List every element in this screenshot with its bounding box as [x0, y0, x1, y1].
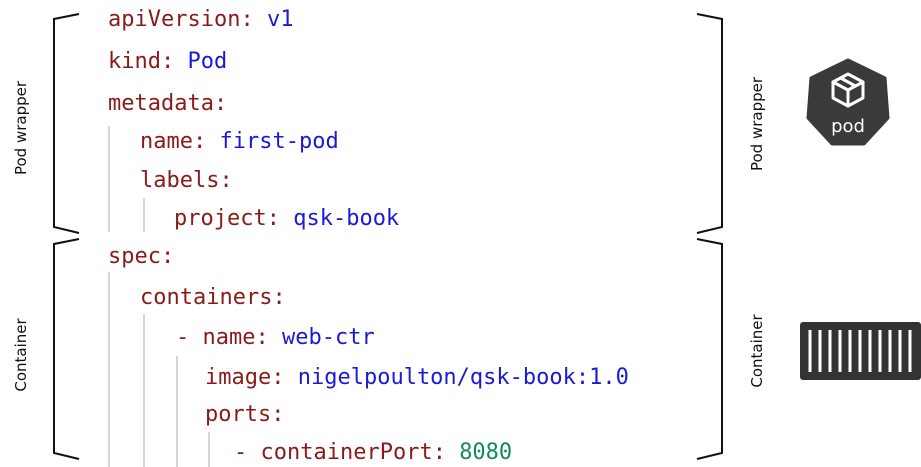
- indent-guide-spec: [108, 272, 110, 467]
- right-bottom-bracket: [696, 238, 723, 460]
- yaml-key: labels: [140, 168, 220, 193]
- yaml-number: 8080: [459, 440, 513, 465]
- right-top-bracket: [696, 13, 723, 234]
- yaml-value: qsk-book: [293, 206, 400, 231]
- yaml-line: kind: Pod: [108, 49, 228, 74]
- yaml-key: ports: [205, 402, 272, 427]
- yaml-line: - name: web-ctr: [176, 325, 375, 350]
- yaml-line: apiVersion: v1: [108, 7, 294, 32]
- yaml-line: labels:: [140, 168, 233, 193]
- yaml-value: first-pod: [219, 129, 339, 154]
- yaml-key: apiVersion: [108, 7, 241, 32]
- yaml-line: - containerPort: 8080: [234, 440, 513, 465]
- right-container-label: Container: [748, 314, 766, 388]
- yaml-key: image: [205, 365, 272, 390]
- left-top-bracket: [53, 13, 80, 234]
- shipping-container-icon: [800, 322, 921, 380]
- yaml-value: nigelpoulton/qsk-book:1.0: [297, 365, 629, 390]
- yaml-dash: -: [234, 440, 261, 465]
- yaml-key: name: [202, 325, 256, 350]
- yaml-value: Pod: [187, 49, 228, 74]
- yaml-key: project: [174, 206, 267, 231]
- yaml-line: image: nigelpoulton/qsk-book:1.0: [205, 365, 629, 390]
- yaml-dash: -: [176, 325, 203, 350]
- right-pod-wrapper-label: Pod wrapper: [748, 76, 766, 172]
- left-pod-wrapper-label: Pod wrapper: [12, 80, 30, 176]
- yaml-key: spec: [108, 244, 161, 269]
- yaml-key: containers: [140, 285, 273, 310]
- yaml-line: name: first-pod: [140, 129, 339, 154]
- pod-manifest-diagram: Pod wrapper Container Pod wrapper Contai…: [0, 0, 921, 467]
- yaml-line: spec:: [108, 244, 175, 269]
- indent-guide-containers: [143, 314, 145, 467]
- indent-guide-labels: [143, 198, 145, 232]
- indent-guide-metadata: [108, 126, 110, 232]
- yaml-line: ports:: [205, 402, 285, 427]
- yaml-value: web-ctr: [281, 325, 375, 350]
- kubernetes-pod-icon: pod: [806, 58, 890, 146]
- pod-icon-text: pod: [831, 116, 865, 137]
- yaml-key: name: [140, 129, 193, 154]
- yaml-key: kind: [108, 49, 161, 74]
- yaml-key: containerPort: [260, 440, 433, 465]
- left-bottom-bracket: [53, 238, 80, 460]
- yaml-line: metadata:: [108, 91, 228, 116]
- left-container-label: Container: [12, 318, 30, 392]
- yaml-line: project: qsk-book: [174, 206, 400, 231]
- yaml-value: v1: [266, 7, 294, 32]
- indent-guide-ports: [208, 432, 210, 467]
- indent-guide-container-item: [176, 356, 178, 467]
- yaml-key: metadata: [108, 91, 214, 116]
- yaml-line: containers:: [140, 285, 286, 310]
